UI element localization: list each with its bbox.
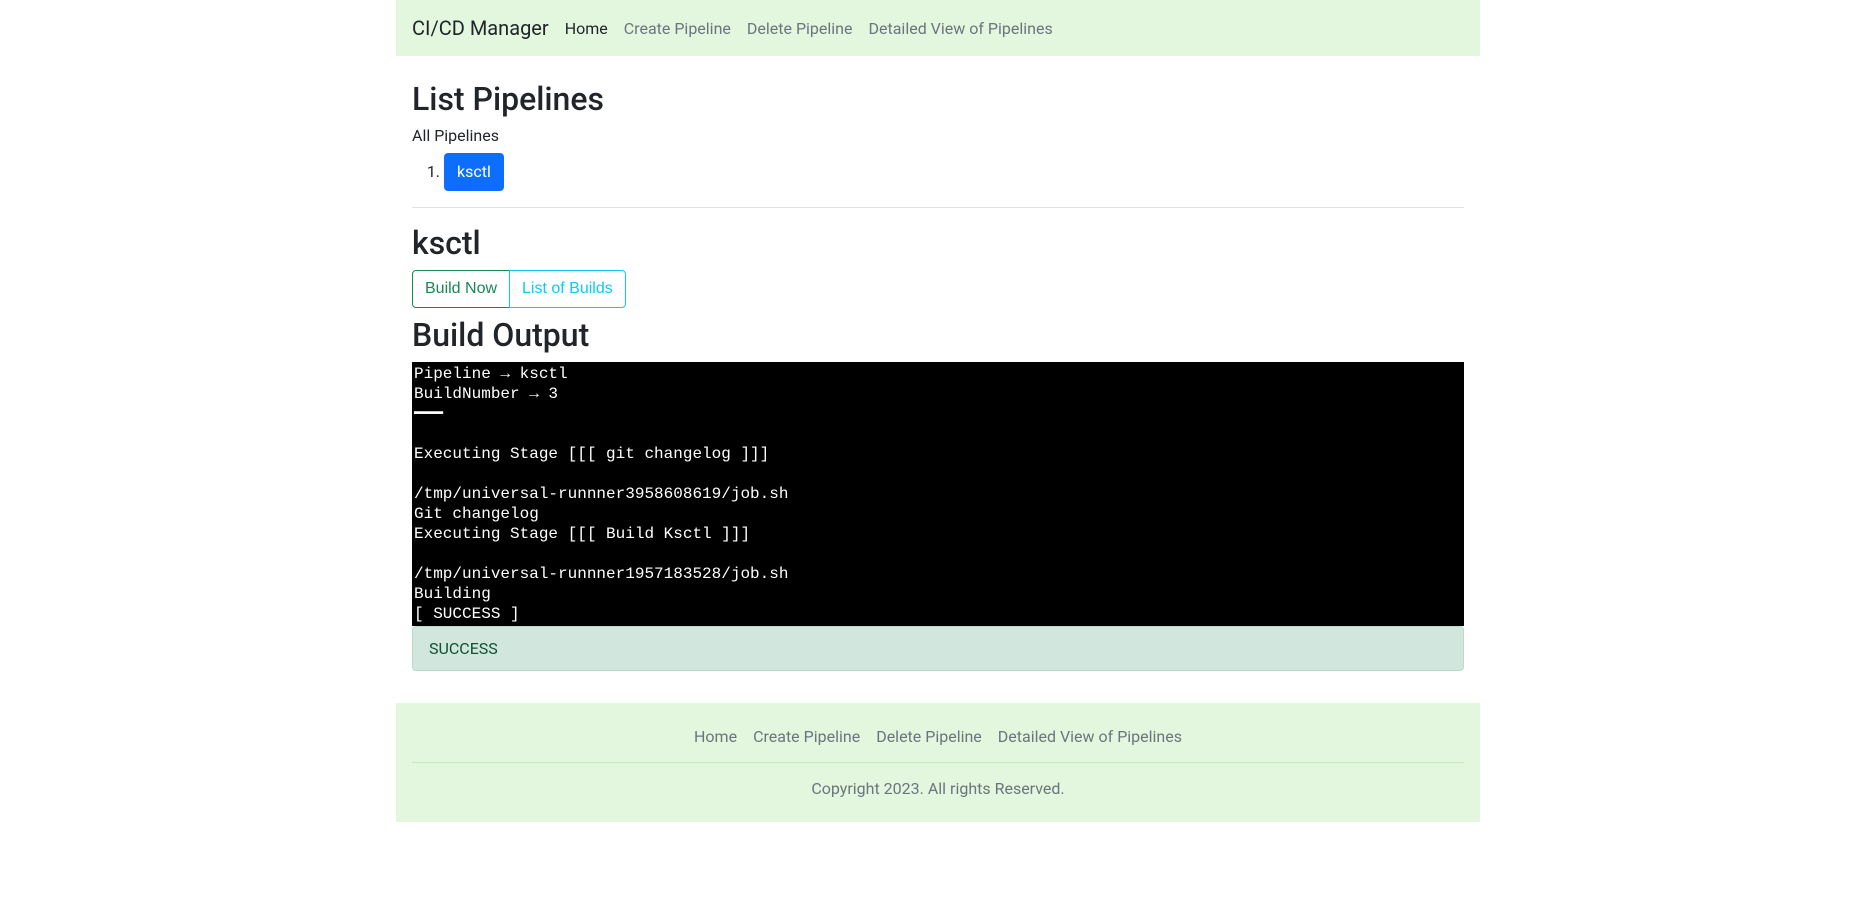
selected-pipeline-title: ksctl [412, 224, 1464, 262]
pipeline-actions: Build Now List of Builds [412, 270, 626, 308]
list-item: ksctl [444, 153, 1464, 191]
nav-link-delete-pipeline[interactable]: Delete Pipeline [747, 11, 853, 46]
footer: Home Create Pipeline Delete Pipeline Det… [396, 703, 1480, 822]
footer-divider [412, 762, 1464, 763]
build-output-title: Build Output [412, 316, 1464, 354]
list-pipelines-subtitle: All Pipelines [412, 126, 1464, 145]
footer-link-delete-pipeline[interactable]: Delete Pipeline [876, 727, 982, 746]
divider [412, 207, 1464, 208]
footer-nav: Home Create Pipeline Delete Pipeline Det… [412, 727, 1464, 746]
footer-link-home[interactable]: Home [694, 727, 737, 746]
copyright-text: Copyright 2023. All rights Reserved. [412, 779, 1464, 798]
nav-link-home[interactable]: Home [565, 11, 608, 46]
status-badge: SUCCESS [412, 626, 1464, 671]
top-navbar: CI/CD Manager Home Create Pipeline Delet… [396, 0, 1480, 56]
navbar-brand[interactable]: CI/CD Manager [412, 8, 549, 48]
list-pipelines-title: List Pipelines [412, 80, 1464, 118]
navbar-nav: Home Create Pipeline Delete Pipeline Det… [565, 19, 1053, 38]
main-container: List Pipelines All Pipelines ksctl ksctl… [396, 56, 1480, 687]
nav-link-detailed-view[interactable]: Detailed View of Pipelines [869, 11, 1053, 46]
pipelines-list: ksctl [412, 153, 1464, 191]
list-builds-button[interactable]: List of Builds [509, 270, 626, 308]
pipeline-link-ksctl[interactable]: ksctl [444, 153, 504, 191]
build-output-console: Pipeline → ksctl BuildNumber → 3 ━━━ Exe… [412, 362, 1464, 626]
build-now-button[interactable]: Build Now [412, 270, 510, 308]
nav-link-create-pipeline[interactable]: Create Pipeline [624, 11, 731, 46]
footer-link-create-pipeline[interactable]: Create Pipeline [753, 727, 860, 746]
footer-link-detailed-view[interactable]: Detailed View of Pipelines [998, 727, 1182, 746]
